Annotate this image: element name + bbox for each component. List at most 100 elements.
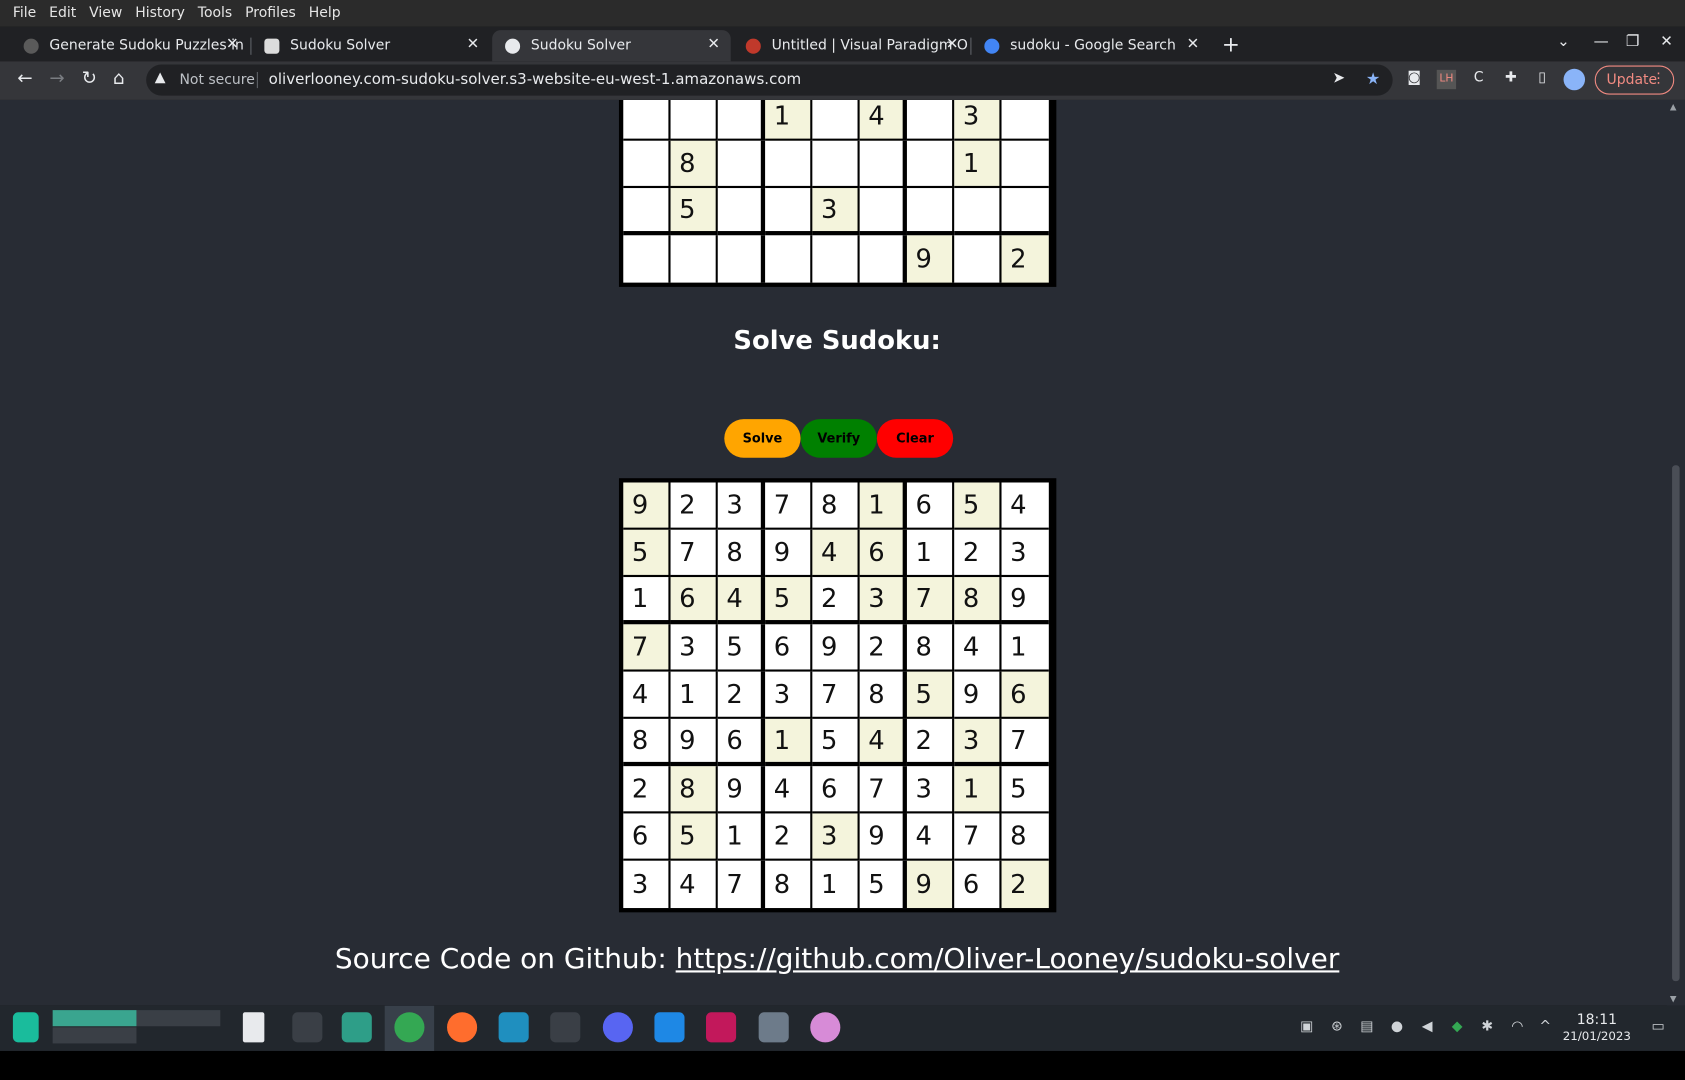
sudoku-cell[interactable]: 4 — [954, 624, 1002, 672]
files-document-icon[interactable] — [242, 1012, 265, 1043]
sudoku-cell[interactable]: 9 — [859, 813, 907, 861]
sudoku-cell[interactable]: 3 — [623, 860, 671, 909]
sudoku-cell[interactable] — [765, 235, 813, 283]
sudoku-cell[interactable]: 3 — [1001, 529, 1049, 578]
sudoku-cell[interactable]: 5 — [670, 813, 718, 861]
sudoku-cell[interactable]: 1 — [954, 766, 1002, 814]
sudoku-cell[interactable] — [623, 235, 671, 283]
sudoku-cell[interactable]: 3 — [717, 482, 766, 530]
url-text[interactable]: oliverlooney.com-sudoku-solver.s3-websit… — [269, 71, 802, 88]
goland-icon[interactable] — [498, 1012, 529, 1043]
sudoku-cell[interactable] — [717, 188, 766, 236]
tab-sudoku-solver-active[interactable]: Sudoku Solver ✕ — [492, 30, 731, 62]
sudoku-cell[interactable]: 6 — [812, 766, 860, 814]
sudoku-cell[interactable]: 2 — [765, 813, 813, 861]
sudoku-cell[interactable]: 3 — [670, 624, 718, 672]
sudoku-cell[interactable]: 7 — [670, 529, 718, 578]
sudoku-cell[interactable]: 8 — [765, 860, 813, 909]
sudoku-cell[interactable]: 2 — [906, 718, 955, 767]
tab-sudoku-solver-1[interactable]: Sudoku Solver ✕ — [251, 30, 490, 61]
sudoku-cell[interactable]: 7 — [859, 766, 907, 814]
sudoku-cell[interactable]: 8 — [954, 577, 1002, 625]
bluetooth-icon[interactable]: ✱ — [1479, 1019, 1496, 1036]
scrollbar-thumb[interactable] — [1672, 465, 1680, 982]
show-desktop-icon[interactable]: ▭ — [1650, 1019, 1667, 1036]
new-tab-plus-icon[interactable]: + — [1222, 31, 1240, 57]
sudoku-cell[interactable]: 1 — [717, 813, 766, 861]
sudoku-cell[interactable]: 4 — [859, 99, 907, 141]
menu-history[interactable]: History — [129, 5, 192, 21]
sudoku-cell[interactable] — [670, 99, 718, 141]
sudoku-cell[interactable] — [906, 99, 955, 141]
wifi-icon[interactable]: ◠ — [1509, 1019, 1526, 1036]
sudoku-cell[interactable]: 2 — [670, 482, 718, 530]
close-tab-icon[interactable]: ✕ — [226, 35, 239, 52]
profile-avatar[interactable] — [1563, 68, 1586, 91]
screenshot-tool-icon[interactable] — [758, 1012, 789, 1043]
menu-help[interactable]: Help — [302, 5, 347, 21]
reload-icon[interactable]: ↻ — [82, 68, 97, 89]
discord-icon[interactable] — [602, 1012, 633, 1043]
sudoku-cell[interactable]: 8 — [717, 529, 766, 578]
sudoku-cell[interactable]: 5 — [623, 529, 671, 578]
bookmark-star-icon[interactable]: ★ — [1366, 69, 1380, 88]
sudoku-cell[interactable]: 7 — [1001, 718, 1049, 767]
camera-extension-icon[interactable]: ◙ — [1405, 70, 1424, 89]
sudoku-cell[interactable]: 4 — [906, 813, 955, 861]
close-tab-icon[interactable]: ✕ — [1187, 35, 1200, 52]
sudoku-cell[interactable]: 9 — [623, 482, 671, 530]
sudoku-cell[interactable] — [954, 188, 1002, 236]
close-tab-icon[interactable]: ✕ — [467, 35, 480, 52]
sudoku-cell[interactable]: 7 — [765, 482, 813, 530]
extension-c-icon[interactable]: C — [1469, 70, 1488, 89]
sudoku-cell[interactable]: 6 — [906, 482, 955, 530]
sudoku-cell[interactable]: 7 — [906, 577, 955, 625]
tab-visual-paradigm[interactable]: Untitled | Visual Paradigm O ✕ — [733, 30, 969, 61]
chrome-icon[interactable] — [394, 1012, 425, 1043]
sudoku-cell[interactable]: 5 — [717, 624, 766, 672]
sudoku-cell[interactable]: 8 — [623, 718, 671, 767]
sudoku-cell[interactable]: 2 — [1001, 235, 1049, 283]
sudoku-cell[interactable]: 9 — [670, 718, 718, 767]
sudoku-cell[interactable] — [812, 235, 860, 283]
sudoku-cell[interactable]: 4 — [670, 860, 718, 909]
workspace-1[interactable] — [52, 1010, 137, 1027]
sudoku-cell[interactable]: 4 — [1001, 482, 1049, 530]
close-tab-icon[interactable]: ✕ — [946, 35, 959, 52]
menu-view[interactable]: View — [83, 5, 129, 21]
not-secure-label[interactable]: Not secure — [179, 72, 254, 88]
sudoku-cell[interactable]: 3 — [812, 813, 860, 861]
sudoku-cell[interactable]: 2 — [623, 766, 671, 814]
sudoku-cell[interactable]: 8 — [906, 624, 955, 672]
sudoku-cell[interactable]: 4 — [859, 718, 907, 767]
sudoku-cell[interactable]: 3 — [954, 99, 1002, 141]
address-bar[interactable]: ▲ Not secure oliverlooney.com-sudoku-sol… — [146, 64, 1393, 96]
sudoku-cell[interactable] — [906, 188, 955, 236]
menu-dots-icon[interactable]: ⋮ — [1652, 71, 1666, 87]
home-icon[interactable]: ⌂ — [113, 68, 125, 89]
sudoku-cell[interactable]: 4 — [623, 671, 671, 719]
lighthouse-extension-icon[interactable]: LH — [1436, 69, 1457, 90]
sudoku-cell[interactable]: 7 — [717, 860, 766, 909]
sudoku-cell[interactable]: 5 — [859, 860, 907, 909]
sudoku-cell[interactable]: 5 — [906, 671, 955, 719]
sudoku-cell[interactable] — [765, 188, 813, 236]
sudoku-cell[interactable]: 5 — [812, 718, 860, 767]
sudoku-cell[interactable] — [717, 235, 766, 283]
sudoku-cell[interactable]: 2 — [1001, 860, 1049, 909]
sudoku-cell[interactable]: 4 — [812, 529, 860, 578]
sudoku-cell[interactable] — [765, 140, 813, 189]
warning-triangle-icon[interactable]: ▲ — [155, 70, 166, 86]
sudoku-cell[interactable] — [859, 235, 907, 283]
sudoku-cell[interactable]: 1 — [1001, 624, 1049, 672]
sudoku-cell[interactable]: 6 — [717, 718, 766, 767]
send-icon[interactable]: ➤ — [1333, 70, 1346, 87]
volume-icon[interactable]: ◀ — [1418, 1019, 1435, 1036]
restore-icon[interactable]: ❐ — [1626, 33, 1639, 50]
sudoku-cell[interactable]: 1 — [954, 140, 1002, 189]
sudoku-cell[interactable]: 6 — [623, 813, 671, 861]
menu-edit[interactable]: Edit — [43, 5, 83, 21]
update-button[interactable]: Update ⋮ — [1594, 65, 1675, 95]
sudoku-cell[interactable]: 2 — [859, 624, 907, 672]
sudoku-cell[interactable] — [906, 140, 955, 189]
